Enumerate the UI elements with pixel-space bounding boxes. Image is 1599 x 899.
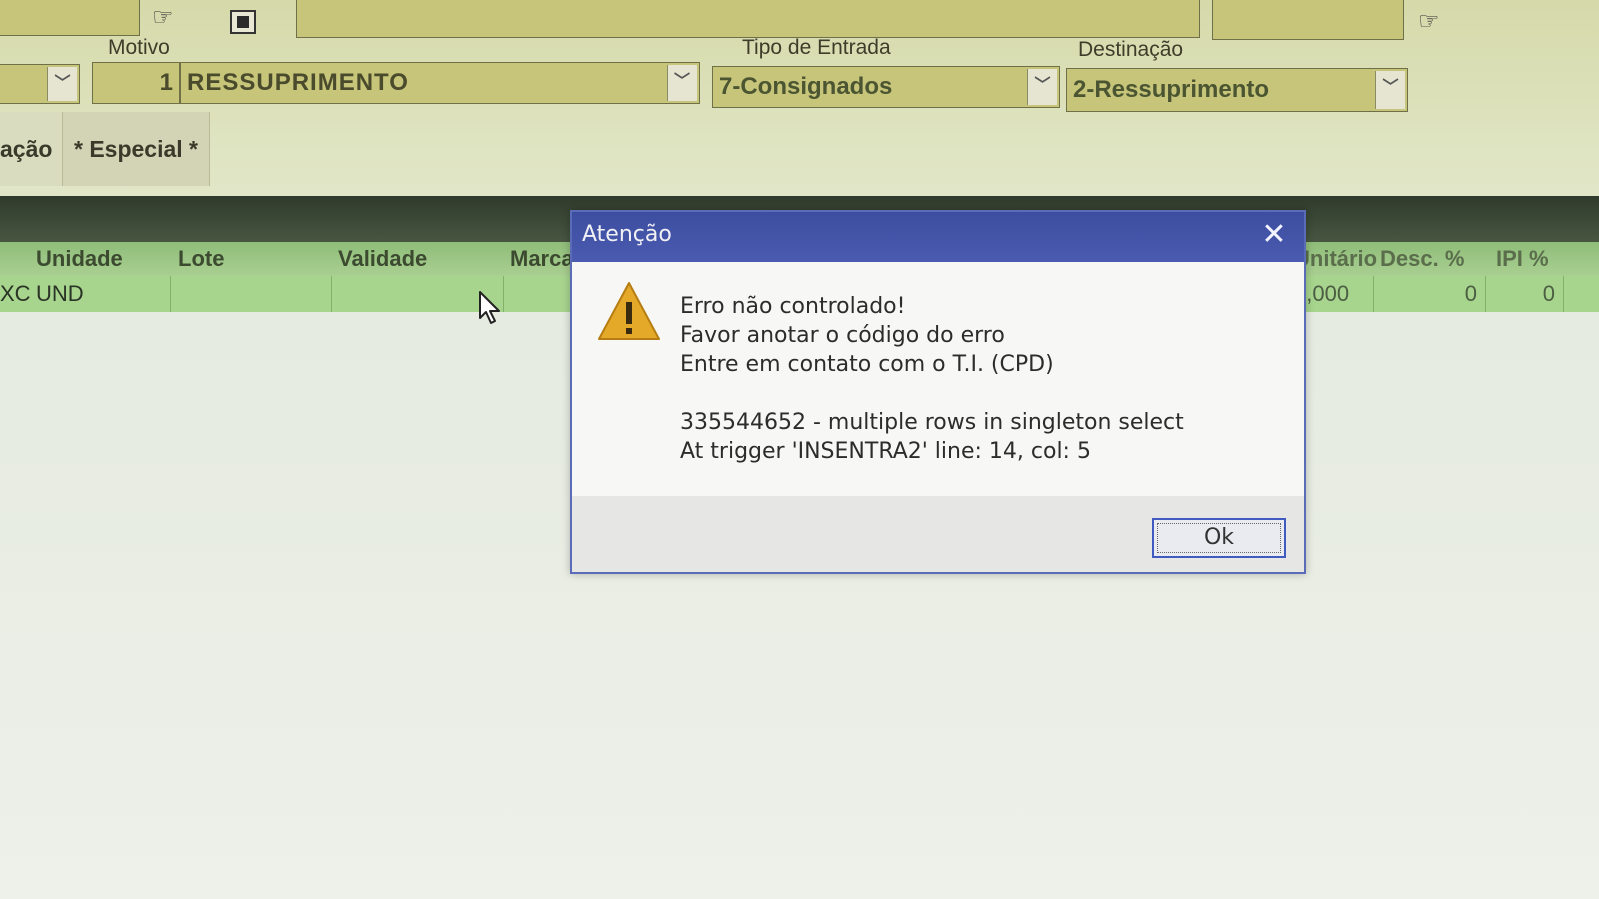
dialog-title: Atenção	[582, 222, 672, 247]
column-header-marca[interactable]: Marca	[510, 242, 574, 276]
dialog-body: Erro não controlado! Favor anotar o códi…	[572, 262, 1304, 496]
cell-unidade[interactable]: UND	[36, 276, 84, 312]
tipo-entrada-combo[interactable]: 7-Consignados ﹀	[712, 66, 1060, 108]
motivo-value: RESSUPRIMENTO	[187, 69, 409, 96]
tab-especial[interactable]: * Especial *	[62, 112, 210, 186]
chevron-down-icon[interactable]: ﹀	[1027, 69, 1057, 105]
destinacao-value: 2-Ressuprimento	[1073, 76, 1270, 103]
pointing-hand-icon[interactable]: ☞	[1418, 10, 1450, 34]
chevron-down-icon[interactable]: ﹀	[1375, 71, 1405, 109]
tipo-entrada-label: Tipo de Entrada	[742, 36, 891, 59]
dialog-titlebar[interactable]: Atenção ✕	[572, 212, 1304, 262]
error-code-line: 335544652 - multiple rows in singleton s…	[680, 410, 1184, 435]
cell-code[interactable]: XC	[0, 276, 32, 312]
column-header-validade[interactable]: Validade	[338, 242, 427, 276]
error-message-line: Entre em contato com o T.I. (CPD)	[680, 352, 1054, 377]
chevron-down-icon[interactable]: ﹀	[47, 67, 77, 101]
column-header-ipi[interactable]: IPI %	[1496, 242, 1549, 276]
top-field-right[interactable]	[1212, 0, 1404, 40]
tab-acao[interactable]: ação	[0, 112, 62, 186]
cell-unitario[interactable]: 0,000	[1294, 276, 1374, 312]
destinacao-combo[interactable]: 2-Ressuprimento ﹀	[1066, 68, 1408, 112]
cell-ipi[interactable]: 0	[1488, 276, 1564, 312]
motivo-code-field[interactable]: 1	[92, 62, 180, 104]
left-combo[interactable]: ﹀	[0, 64, 80, 104]
column-header-unidade[interactable]: Unidade	[36, 242, 123, 276]
column-header-unitario[interactable]: Unitário	[1294, 242, 1377, 276]
motivo-label: Motivo	[108, 36, 170, 59]
column-header-lote[interactable]: Lote	[178, 242, 224, 276]
mouse-cursor-icon	[479, 291, 500, 324]
stop-button[interactable]	[230, 10, 256, 34]
motivo-combo[interactable]: RESSUPRIMENTO ﹀	[180, 62, 700, 104]
error-message-line: Favor anotar o código do erro	[680, 323, 1005, 348]
error-message-line: Erro não controlado!	[680, 294, 906, 319]
close-icon[interactable]: ✕	[1256, 218, 1292, 254]
ok-button[interactable]: Ok	[1152, 518, 1286, 558]
dialog-footer: Ok	[572, 496, 1304, 572]
column-header-desc[interactable]: Desc. %	[1380, 242, 1464, 276]
tipo-entrada-value: 7-Consignados	[719, 73, 893, 100]
chevron-down-icon[interactable]: ﹀	[667, 65, 697, 101]
error-trigger-line: At trigger 'INSENTRA2' line: 14, col: 5	[680, 439, 1091, 464]
top-field-description[interactable]	[296, 0, 1200, 38]
top-field-left[interactable]	[0, 0, 140, 36]
pointing-hand-icon[interactable]: ☞	[152, 6, 184, 30]
cell-lote[interactable]	[170, 276, 332, 312]
error-dialog: Atenção ✕ Erro não controlado! Favor ano…	[570, 210, 1306, 574]
cell-desc[interactable]: 0	[1376, 276, 1486, 312]
destinacao-label: Destinação	[1078, 38, 1184, 61]
warning-icon	[598, 282, 660, 340]
form-area: ☞ ☞ Motivo Tipo de Entrada Destinação ﹀ …	[0, 0, 1599, 196]
